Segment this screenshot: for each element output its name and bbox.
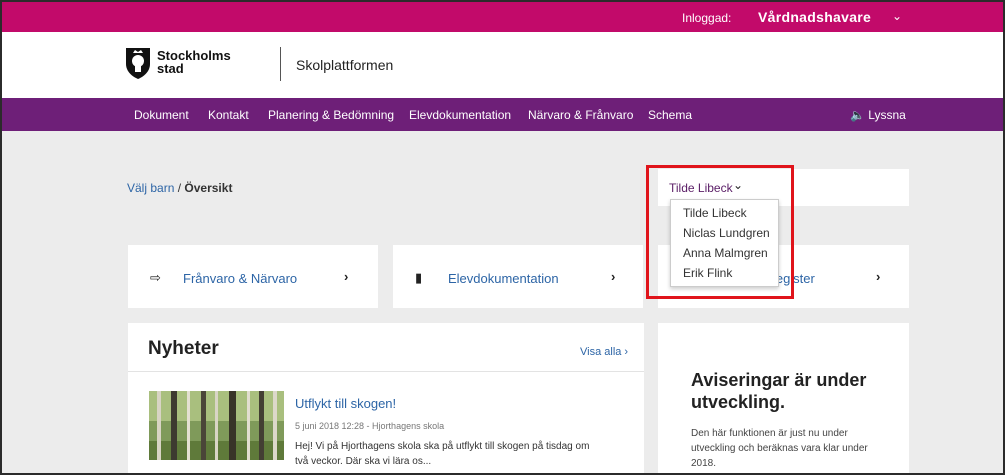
browser-frame: Inloggad: Vårdnadshavare ⌄ Stockholms st… [0,0,1005,475]
news-panel: Nyheter Visa alla › Utflykt till skogen!… [128,323,644,473]
nav-item-dokument[interactable]: Dokument [134,108,189,122]
chevron-right-icon: › [876,269,881,284]
main-nav: Dokument Kontakt Planering & Bedömning E… [2,98,1003,131]
breadcrumb-separator: / [177,181,182,195]
logo-text[interactable]: Stockholms stad [157,49,231,75]
card-franvaro[interactable]: ⇨ Frånvaro & Närvaro › [128,245,378,308]
book-icon: ▮ [415,270,423,285]
top-bar: Inloggad: Vårdnadshavare ⌄ [2,2,1003,32]
platform-title[interactable]: Skolplattformen [296,57,393,73]
absence-icon: ⇨ [150,270,161,285]
breadcrumb-link[interactable]: Välj barn [127,181,174,195]
forest-image[interactable] [149,391,284,460]
card-label: Elevdokumentation [448,271,559,286]
article-meta: 5 juni 2018 12:28 - Hjorthagens skola [295,421,445,431]
breadcrumb: Välj barn / Översikt [127,181,232,195]
header-divider [280,47,281,81]
notice-title: Aviseringar är under utveckling. [691,370,867,412]
stockholm-crest-icon[interactable] [124,46,152,80]
card-label: Frånvaro & Närvaro [183,271,298,286]
chevron-right-icon: › [611,269,616,284]
notice-panel: Aviseringar är under utveckling. Den här… [658,323,909,473]
nav-item-schema[interactable]: Schema [648,108,692,122]
site-header: Stockholms stad Skolplattformen [2,32,1003,98]
highlight-box [646,165,794,299]
nav-item-planering[interactable]: Planering & Bedömning [268,108,394,122]
article-title[interactable]: Utflykt till skogen! [295,396,396,411]
view-all-link[interactable]: Visa alla › [580,346,628,358]
news-divider [128,371,644,372]
nav-item-elevdokumentation[interactable]: Elevdokumentation [409,108,511,122]
logged-in-label: Inloggad: [682,11,732,25]
role-selector[interactable]: Vårdnadshavare [758,9,871,25]
nav-item-kontakt[interactable]: Kontakt [208,108,249,122]
logo-line-2: stad [157,61,184,76]
chevron-down-icon[interactable]: ⌄ [892,9,902,23]
nav-item-narvaro[interactable]: Närvaro & Frånvaro [528,108,633,122]
news-title: Nyheter [148,338,219,359]
breadcrumb-current: Översikt [184,181,233,195]
notice-text: Den här funktionen är just nu under utve… [691,428,868,469]
chevron-right-icon: › [344,269,349,284]
card-elevdokumentation[interactable]: ▮ Elevdokumentation › [393,245,643,308]
listen-button[interactable]: 🔈 Lyssna [850,108,906,122]
article-excerpt: Hej! Vi på Hjorthagens skola ska på utfl… [295,441,590,467]
